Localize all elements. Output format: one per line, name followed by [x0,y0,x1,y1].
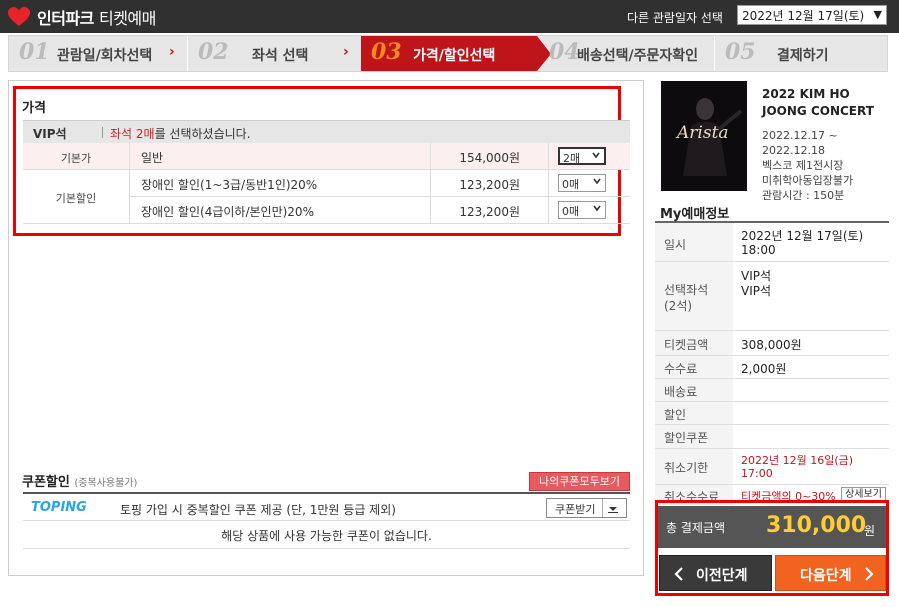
step-navigation: 01 관람일/회차선택 › 02 좌석 선택 › 03 가격/할인선택 04 배… [8,35,888,72]
price-row: 기본가 일반 154,000원 2매 [23,143,630,170]
total-unit: 원 [864,524,876,538]
coupon-row: TOPING 토핑 가입 시 중복할인 쿠폰 제공 (단, 1만원 등급 제외)… [23,492,630,521]
info-row-coupon: 할인쿠폰 [655,425,889,449]
previous-step-button[interactable]: 이전단계 [659,555,772,591]
step-1: 01 관람일/회차선택 › [9,36,187,71]
info-row-discount: 할인 [655,402,889,425]
seat-count-message: 좌석 2매를 선택하셨습니다. [110,127,251,141]
info-row-shipping: 배송료 [655,379,889,402]
chevron-right-icon [865,567,874,581]
step-number: 02 [198,39,229,65]
info-row-fee: 수수료 2,000원 [655,356,889,379]
total-amount: 310,000 [766,513,867,538]
price-amount: 123,200원 [459,205,520,219]
step-number: 01 [19,39,50,65]
price-section-title: 가격 [22,101,46,116]
chevron-down-icon [593,178,601,185]
chevron-down-icon: ▼ [873,8,882,21]
info-row-cancel-deadline: 취소기한 2022년 12월 16일(금) 17:00 [655,449,889,485]
show-age-limit: 미취학아동입장불가 [762,174,854,187]
show-period-start: 2022.12.17 ~ [762,129,838,142]
poster-title: Arista [677,123,729,143]
date-select[interactable]: 2022년 12월 17일(토) ▼ [737,5,887,25]
step-3-active: 03 가격/할인선택 [361,36,551,71]
price-amount: 123,200원 [459,178,520,192]
next-step-button[interactable]: 다음단계 [775,555,886,591]
total-label: 총 결제금액 [666,521,726,535]
brand-logo[interactable]: 인터파크 티켓예매 [37,5,156,29]
show-title: 2022 KIM HO JOONG CONCERT [762,87,874,118]
heart-logo-icon [8,7,30,26]
step-4: 04 배송선택/주문자확인 [537,36,714,71]
price-name: 장애인 할인(1~3급/동반1인)20% [141,178,318,192]
chevron-right-icon: › [343,44,349,60]
step-label: 배송선택/주문자확인 [577,48,699,64]
coupon-empty-message: 해당 상품에 사용 가능한 쿠폰이 없습니다. [221,529,432,543]
info-row-seats: 선택좌석 (2석) VIP석 VIP석 [655,262,889,331]
chevron-right-icon: › [169,44,175,60]
step-label: 좌석 선택 [252,48,309,64]
download-icon [608,507,618,513]
brand-name: 인터파크 [37,9,94,28]
coupon-section-title: 쿠폰할인 (중복사용불가) [22,475,138,490]
brand-sub: 티켓예매 [98,9,156,28]
step-label: 결제하기 [777,48,829,64]
step-label: 가격/할인선택 [413,48,496,64]
toping-logo: TOPING [31,500,87,515]
step-number: 03 [371,39,402,65]
seat-grade: VIP석 [33,127,67,141]
my-booking-table: 일시 2022년 12월 17일(토) 18:00 선택좌석 (2석) VIP석… [655,221,889,506]
price-type-label: 기본가 [60,152,92,165]
price-amount: 154,000원 [459,151,520,165]
price-name: 일반 [141,151,164,165]
step-number: 04 [549,39,580,65]
show-venue: 벡스코 제1전시장 [762,159,844,172]
show-poster: Arista [661,81,747,191]
quantity-select[interactable]: 0매 [558,174,606,192]
info-row-date: 일시 2022년 12월 17일(토) 18:00 [655,223,889,262]
step-2: 02 좌석 선택 › [188,36,361,71]
date-select-label: 다른 관람일자 선택 [627,11,723,25]
get-coupon-button[interactable]: 쿠폰받기 [546,498,627,518]
seat-grade-bar: VIP석 좌석 2매를 선택하셨습니다. [23,120,630,143]
chevron-down-icon [592,152,600,159]
price-row: 장애인 할인(1~3급/동반1인)20% 123,200원 0매 [23,170,630,197]
coupon-description: 토핑 가입 시 중복할인 쿠폰 제공 (단, 1만원 등급 제외) [120,503,396,517]
show-runtime: 관람시간 : 150분 [762,189,845,202]
my-booking-title: My예매정보 [660,207,730,222]
coupon-note: (중복사용불가) [74,478,138,489]
show-period-end: 2022.12.18 [762,144,825,157]
quantity-select[interactable]: 0매 [558,201,606,219]
price-name: 장애인 할인(4급이하/본인만)20% [141,205,314,219]
step-number: 05 [725,39,756,65]
show-details: 2022.12.17 ~ 2022.12.18 벡스코 제1전시장 미취학아동입… [762,128,894,203]
info-row-ticket-amount: 티켓금액 308,000원 [655,331,889,356]
step-label: 관람일/회차선택 [57,48,153,64]
chevron-down-icon [593,205,601,212]
price-row: 장애인 할인(4급이하/본인만)20% 123,200원 0매 [23,197,630,224]
chevron-left-icon [674,567,683,581]
view-my-coupons-button[interactable]: 나의쿠폰모두보기 [529,472,630,491]
step-5: 05 결제하기 [715,36,887,71]
top-bar: 인터파크 티켓예매 다른 관람일자 선택 2022년 12월 17일(토) ▼ [0,0,899,33]
date-select-value: 2022년 12월 17일(토) [742,9,865,23]
total-payment-bar: 총 결제금액 310,000 원 [658,506,886,548]
quantity-select[interactable]: 2매 [558,147,606,165]
